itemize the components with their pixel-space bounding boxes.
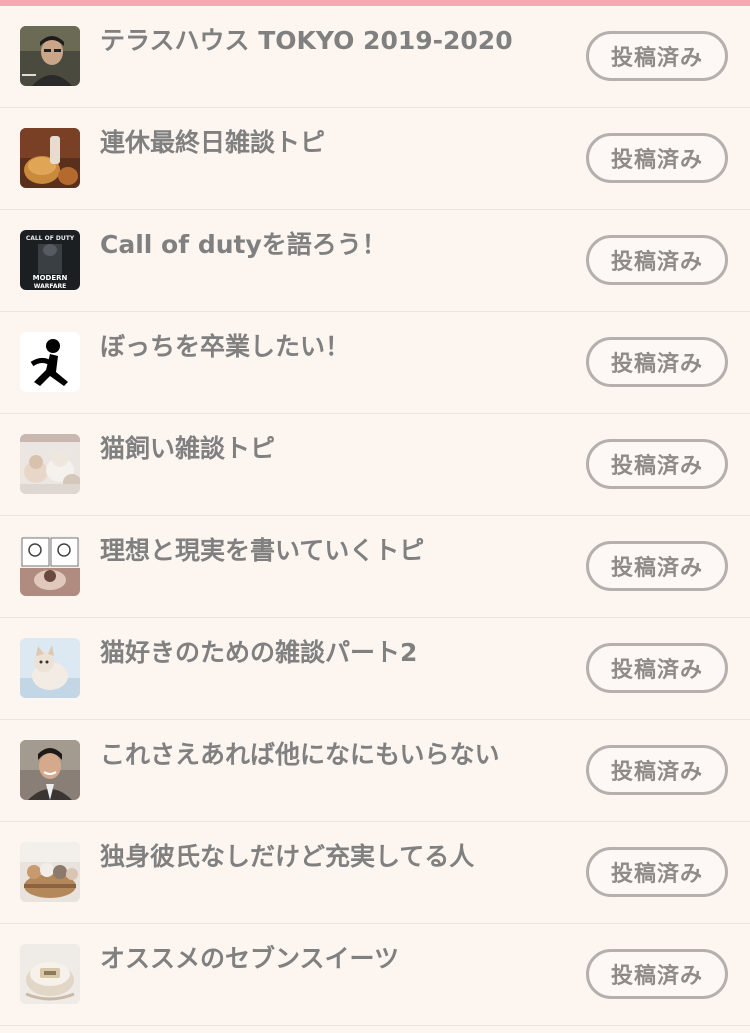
topic-row[interactable]: 理想と現実を書いていくトピ 投稿済み <box>0 516 750 618</box>
topic-title[interactable]: これさえあれば他になにもいらない <box>100 738 570 772</box>
topic-thumbnail[interactable] <box>20 638 80 698</box>
game-cover-icon: CALL OF DUTY MODERN WARFARE <box>20 230 80 290</box>
comic-collage-icon <box>20 536 80 596</box>
topic-thumbnail[interactable] <box>20 536 80 596</box>
topic-title[interactable]: オススメのセブンスイーツ <box>100 942 570 976</box>
sitting-person-icon <box>20 332 80 392</box>
topic-thumbnail[interactable] <box>20 26 80 86</box>
topic-title[interactable]: 連休最終日雑談トピ <box>100 126 570 160</box>
topic-title[interactable]: Call of dutyを語ろう！ <box>100 228 570 262</box>
topic-thumbnail[interactable] <box>20 434 80 494</box>
topic-title[interactable]: 理想と現実を書いていくトピ <box>100 534 570 568</box>
topic-row[interactable]: これさえあれば他になにもいらない 投稿済み <box>0 720 750 822</box>
topic-title[interactable]: テラスハウス TOKYO 2019-2020 <box>100 24 570 58</box>
topic-list: テラスハウス TOKYO 2019-2020 投稿済み 連休最終日雑談トピ 投稿… <box>0 6 750 1026</box>
man-portrait-icon <box>20 26 80 86</box>
topic-row[interactable]: テラスハウス TOKYO 2019-2020 投稿済み <box>0 6 750 108</box>
kittens-photo-icon <box>20 434 80 494</box>
topic-thumbnail[interactable] <box>20 944 80 1004</box>
bread-photo-icon <box>20 128 80 188</box>
topic-row[interactable]: 連休最終日雑談トピ 投稿済み <box>0 108 750 210</box>
topic-row[interactable]: CALL OF DUTY MODERN WARFARE Call of duty… <box>0 210 750 312</box>
posted-status-button[interactable]: 投稿済み <box>586 133 728 183</box>
topic-thumbnail[interactable] <box>20 332 80 392</box>
topic-row[interactable]: ぼっちを卒業したい！ 投稿済み <box>0 312 750 414</box>
posted-status-button[interactable]: 投稿済み <box>586 847 728 897</box>
topic-row[interactable]: 猫好きのための雑談パート2 投稿済み <box>0 618 750 720</box>
topic-title[interactable]: 猫飼い雑談トピ <box>100 432 570 466</box>
cats-basket-photo-icon <box>20 842 80 902</box>
posted-status-button[interactable]: 投稿済み <box>586 235 728 285</box>
topic-title[interactable]: 独身彼氏なしだけど充実してる人 <box>100 840 570 874</box>
game-cover-line-2: WARFARE <box>34 283 66 290</box>
sweets-package-photo-icon <box>20 944 80 1004</box>
posted-status-button[interactable]: 投稿済み <box>586 31 728 81</box>
topic-thumbnail[interactable]: CALL OF DUTY MODERN WARFARE <box>20 230 80 290</box>
kitten-photo-icon <box>20 638 80 698</box>
posted-status-button[interactable]: 投稿済み <box>586 643 728 693</box>
topic-row[interactable]: 独身彼氏なしだけど充実してる人 投稿済み <box>0 822 750 924</box>
topic-title[interactable]: ぼっちを卒業したい！ <box>100 330 570 364</box>
man-smiling-photo-icon <box>20 740 80 800</box>
posted-status-button[interactable]: 投稿済み <box>586 541 728 591</box>
topic-title[interactable]: 猫好きのための雑談パート2 <box>100 636 570 670</box>
game-cover-title: CALL OF DUTY <box>26 235 75 242</box>
posted-status-button[interactable]: 投稿済み <box>586 337 728 387</box>
topic-row[interactable]: 猫飼い雑談トピ 投稿済み <box>0 414 750 516</box>
posted-status-button[interactable]: 投稿済み <box>586 745 728 795</box>
topic-thumbnail[interactable] <box>20 740 80 800</box>
topic-row[interactable]: オススメのセブンスイーツ 投稿済み <box>0 924 750 1026</box>
topic-thumbnail[interactable] <box>20 128 80 188</box>
posted-status-button[interactable]: 投稿済み <box>586 949 728 999</box>
posted-status-button[interactable]: 投稿済み <box>586 439 728 489</box>
topic-thumbnail[interactable] <box>20 842 80 902</box>
game-cover-line-1: MODERN <box>33 274 68 282</box>
